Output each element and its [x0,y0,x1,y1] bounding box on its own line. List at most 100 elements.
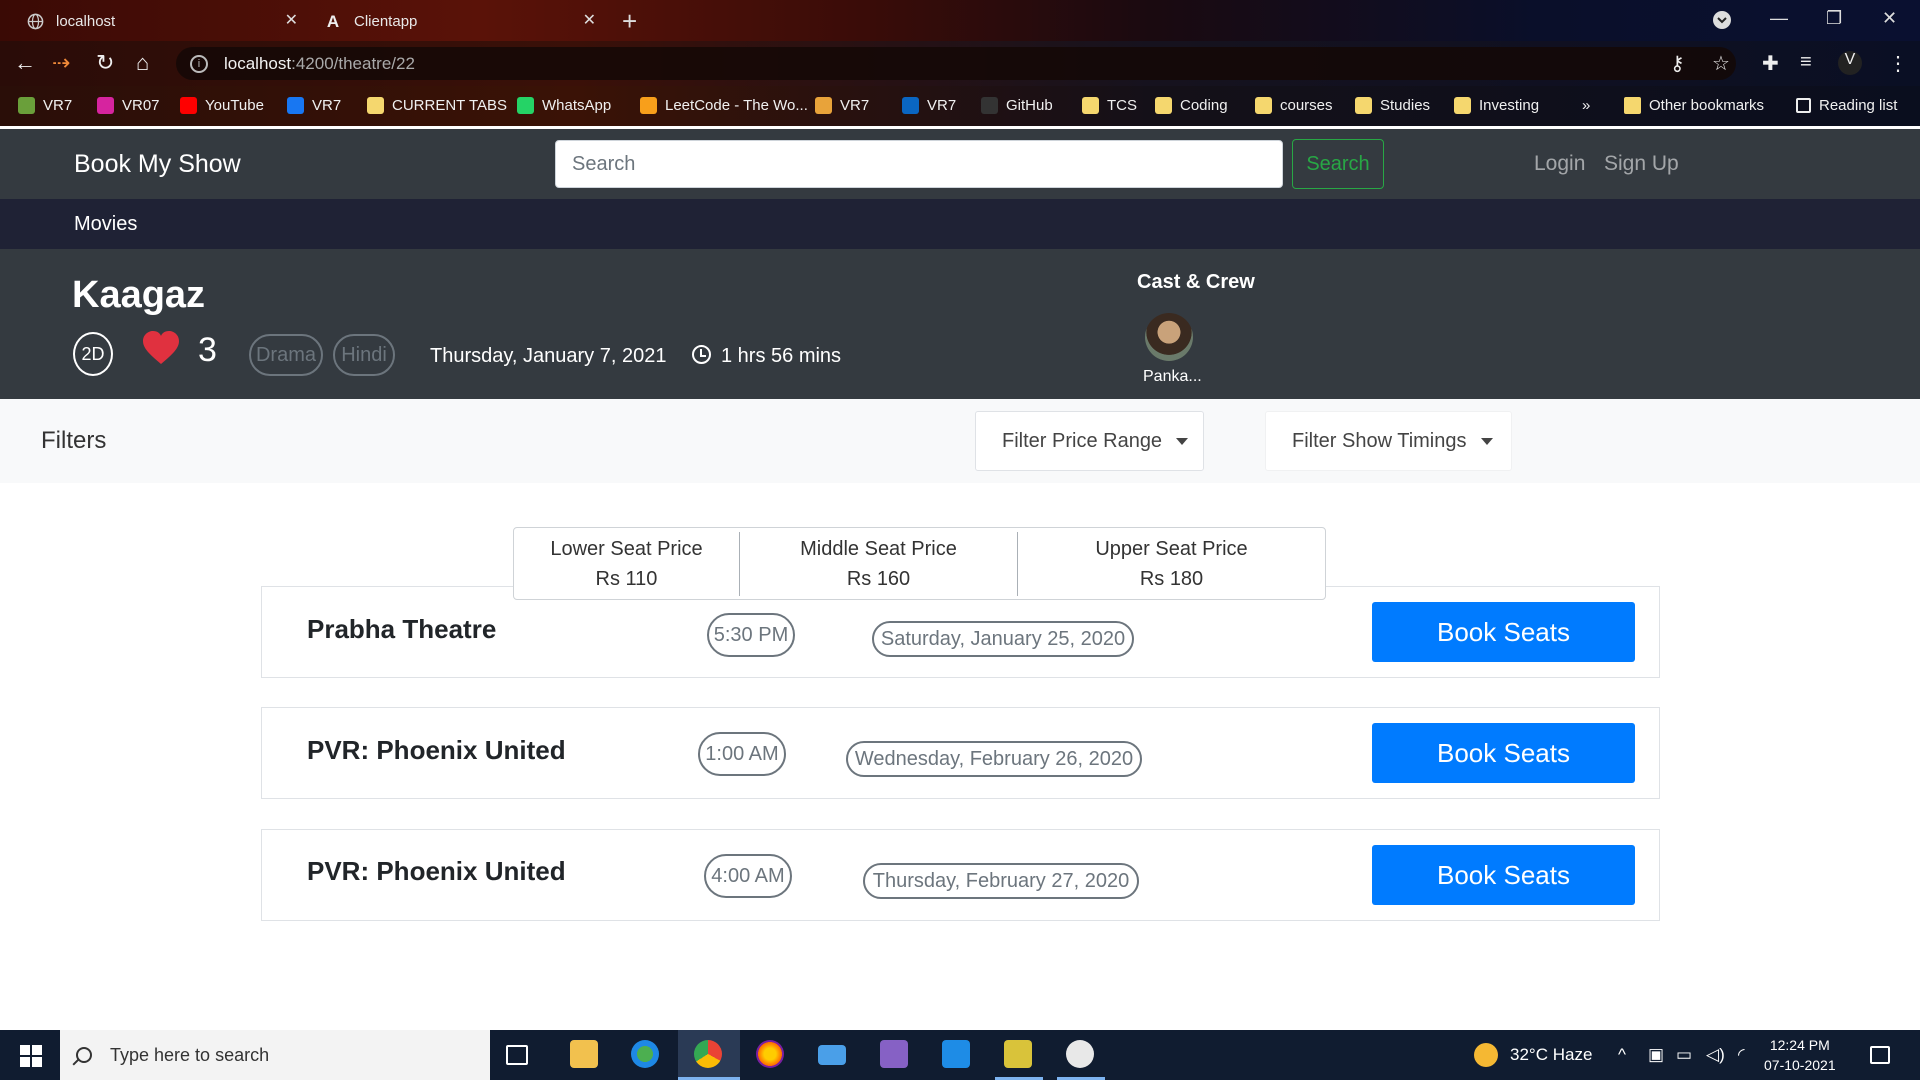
bookmark-item[interactable]: courses [1255,97,1333,114]
show-time-badge[interactable]: 1:00 AM [698,732,786,776]
bookmark-item[interactable]: Studies [1355,97,1430,114]
reading-list[interactable]: Reading list [1796,97,1897,114]
bookmark-label: LeetCode - The Wo... [665,97,808,114]
snip-tool-icon[interactable] [1004,1040,1032,1068]
file-explorer-icon[interactable] [570,1040,598,1068]
movie-title: Kaagaz [72,274,206,316]
bookmark-item[interactable]: TCS [1082,97,1137,114]
bookmark-item[interactable]: VR7 [18,97,72,114]
price-value: Rs 180 [1139,568,1204,590]
bookmark-icon [1454,97,1471,114]
bookmark-label: GitHub [1006,97,1053,114]
bookmark-item[interactable]: VR07 [97,97,160,114]
back-icon[interactable]: ← [14,50,36,76]
price-upper: Upper Seat Price Rs 180 [1018,528,1325,601]
taskbar-search[interactable]: Type here to search [60,1030,490,1080]
other-bookmarks[interactable]: Other bookmarks [1624,97,1764,114]
bookmark-icon [1255,97,1272,114]
tab-search-icon[interactable] [1712,10,1732,35]
restore-icon[interactable]: ❐ [1826,8,1842,29]
url-path: :4200/theatre/22 [291,53,415,73]
sub-navbar: Movies [0,199,1920,249]
site-info-icon[interactable]: i [190,54,208,73]
task-view-icon[interactable] [506,1045,528,1065]
chrome-icon[interactable] [694,1040,722,1068]
show-time-badge[interactable]: 4:00 AM [704,854,792,898]
extensions-icon[interactable]: ✚ [1762,51,1779,76]
network-drive-icon[interactable]: ▣ [1648,1045,1664,1065]
address-bar[interactable]: i localhost:4200/theatre/22 [176,47,1736,80]
key-icon[interactable]: ⚷ [1670,51,1685,76]
visual-studio-icon[interactable] [880,1040,908,1068]
search-input[interactable] [555,140,1283,188]
show-time-badge[interactable]: 5:30 PM [707,613,795,657]
reload-icon[interactable]: ↻ [96,50,114,76]
clock-time: 12:24 PM [1769,1037,1830,1053]
windows-start-icon[interactable] [20,1045,42,1067]
book-seats-button[interactable]: Book Seats [1372,845,1635,905]
filter-price-range-dropdown[interactable]: Filter Price Range [975,411,1204,471]
home-icon[interactable]: ⌂ [136,50,149,76]
bookmark-item[interactable]: CURRENT TABS [367,97,507,114]
book-seats-button[interactable]: Book Seats [1372,723,1635,783]
bookmark-icon [287,97,304,114]
show-row: PVR: Phoenix United 1:00 AM Wednesday, F… [261,707,1660,799]
weather-icon[interactable] [1474,1043,1498,1067]
taskbar-clock[interactable]: 12:24 PM 07-10-2021 [1764,1035,1836,1075]
close-window-icon[interactable]: ✕ [1882,8,1897,29]
tab-localhost[interactable]: localhost ✕ [14,2,308,41]
reading-list-icon [1796,98,1811,113]
bookmark-item[interactable]: WhatsApp [517,97,611,114]
mail-icon[interactable] [818,1045,846,1065]
paint-icon[interactable] [1066,1040,1094,1068]
bookmark-icon [640,97,657,114]
bookmark-item[interactable]: LeetCode - The Wo... [640,97,808,114]
notification-icon[interactable] [1870,1046,1890,1064]
theatre-name: Prabha Theatre [307,614,497,644]
bookmark-icon [517,97,534,114]
movies-link[interactable]: Movies [74,213,137,236]
bookmark-item[interactable]: VR7 [287,97,341,114]
book-seats-button[interactable]: Book Seats [1372,602,1635,662]
wifi-icon[interactable]: ◜ [1738,1045,1745,1065]
bookmark-icon [902,97,919,114]
menu-icon[interactable]: ⋮ [1888,51,1908,76]
minimize-icon[interactable]: — [1770,8,1788,29]
filter-show-timings-dropdown[interactable]: Filter Show Timings [1265,411,1512,471]
more-bookmarks-icon[interactable]: » [1582,97,1590,114]
bookmark-item[interactable]: Coding [1155,97,1228,114]
bookmark-item[interactable]: VR7 [815,97,869,114]
signup-link[interactable]: Sign Up [1604,152,1679,176]
price-value: Rs 110 [595,568,658,590]
brand-logo[interactable]: Book My Show [74,150,241,179]
battery-icon[interactable]: ▭ [1676,1045,1692,1065]
media-control-icon[interactable]: ≡ [1800,51,1812,74]
caret-down-icon [1176,437,1189,445]
bookmark-star-icon[interactable]: ☆ [1712,51,1730,76]
forward-icon[interactable]: ⇢ [52,50,70,76]
volume-icon[interactable]: ◁) [1706,1045,1725,1065]
close-tab-icon[interactable]: ✕ [583,10,596,30]
edge-icon[interactable] [631,1040,659,1068]
price-lower: Lower Seat Price Rs 110 [514,528,739,601]
close-tab-icon[interactable]: ✕ [285,10,298,30]
search-button[interactable]: Search [1292,139,1384,189]
cast-avatar[interactable] [1145,313,1193,361]
tray-chevron-icon[interactable]: ^ [1618,1045,1626,1065]
login-link[interactable]: Login [1534,152,1585,176]
heart-icon[interactable] [141,330,181,366]
tab-clientapp[interactable]: A Clientapp ✕ [312,2,606,41]
bookmark-label: VR7 [43,97,73,114]
browser-tab-strip: localhost ✕ A Clientapp ✕ + — ❐ ✕ [0,0,1920,41]
bookmark-item[interactable]: GitHub [981,97,1053,114]
vscode-icon[interactable] [942,1040,970,1068]
bookmark-item[interactable]: YouTube [180,97,264,114]
firefox-icon[interactable] [756,1040,784,1068]
profile-avatar[interactable]: V [1838,51,1862,75]
bookmark-item[interactable]: VR7 [902,97,956,114]
bookmark-item[interactable]: Investing [1454,97,1539,114]
weather-text[interactable]: 32°C Haze [1510,1045,1592,1065]
new-tab-icon[interactable]: + [622,6,637,37]
search-icon [76,1047,92,1063]
bookmark-label: Investing [1479,97,1540,114]
